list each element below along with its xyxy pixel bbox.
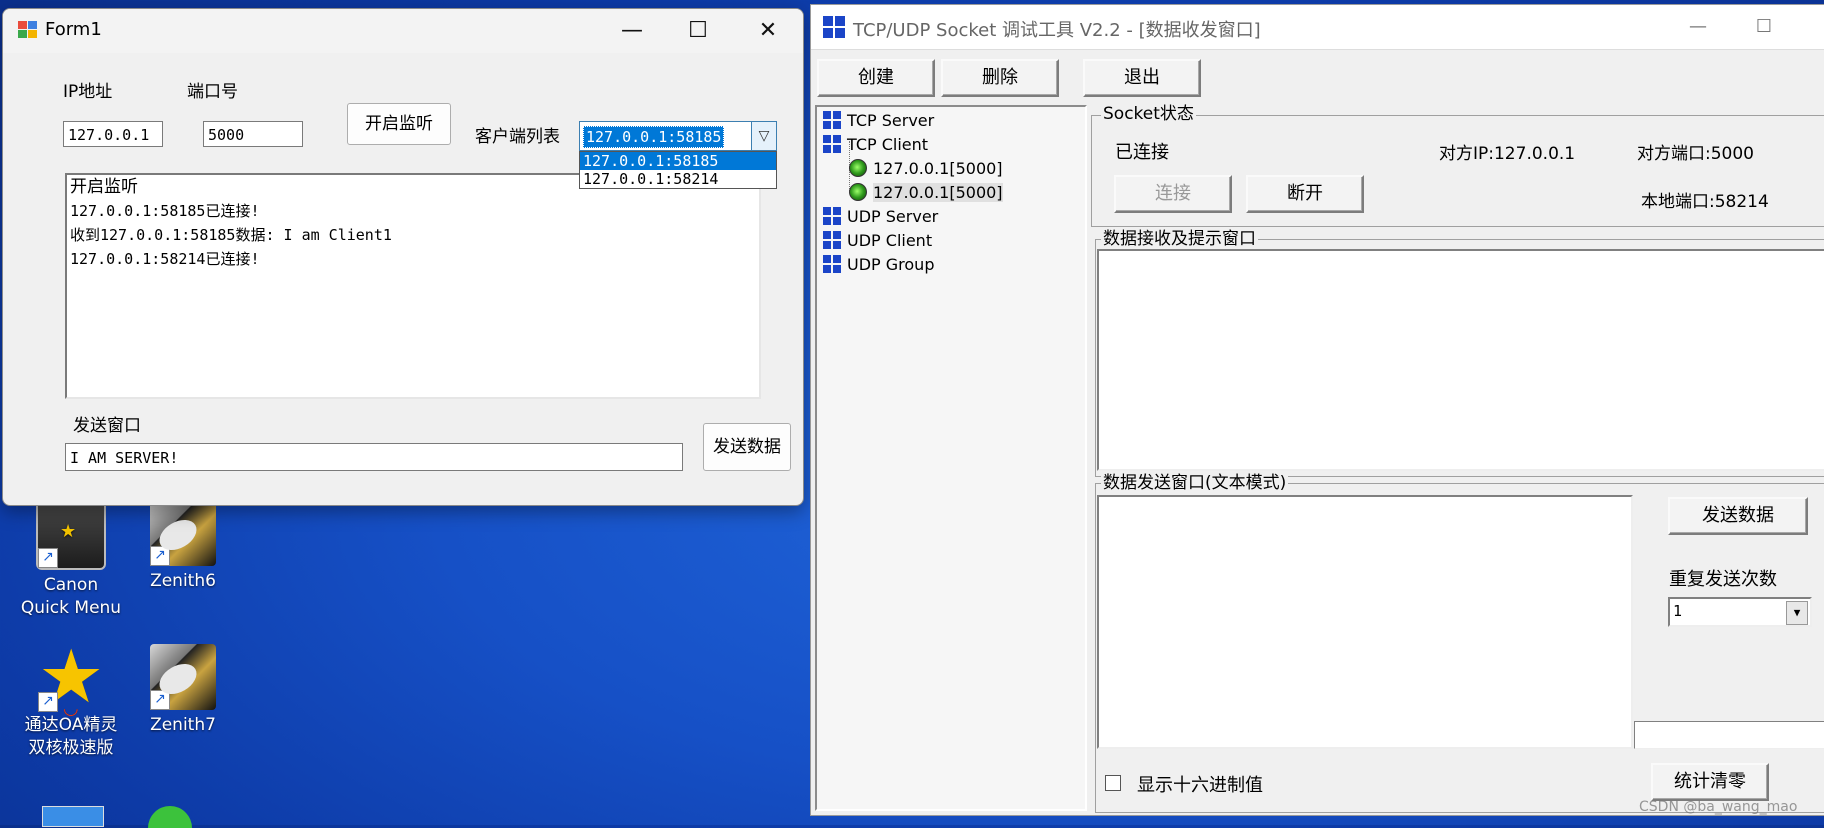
grid-icon: [823, 111, 841, 129]
zenith-icon: ↗: [150, 500, 216, 566]
tree-node-label: UDP Group: [847, 255, 935, 274]
dropdown-option[interactable]: 127.0.0.1:58185: [580, 152, 776, 170]
connection-tree[interactable]: TCP Server TCP Client 127.0.0.1[5000] 12…: [815, 105, 1087, 811]
send-textarea[interactable]: [1097, 495, 1633, 749]
socket-tool-app-icon: [823, 16, 845, 38]
receive-textarea[interactable]: [1097, 249, 1824, 471]
tree-node-udp-server[interactable]: UDP Server: [823, 207, 938, 226]
repeat-count-value: 1: [1673, 602, 1683, 620]
socket-status-title: Socket状态: [1101, 104, 1196, 124]
ip-input[interactable]: 127.0.0.1: [63, 121, 163, 147]
desktop-icon-canon[interactable]: ↗ Canon Quick Menu: [16, 500, 126, 620]
tree-node-label: TCP Server: [847, 111, 935, 130]
disconnect-button[interactable]: 断开: [1246, 175, 1364, 213]
send-input[interactable]: I AM SERVER!: [65, 443, 683, 471]
remote-port: 对方端口:5000: [1637, 144, 1754, 164]
title-bar[interactable]: Form1 — ☐ ✕: [3, 9, 803, 53]
remote-ip: 对方IP:127.0.0.1: [1439, 144, 1576, 164]
tree-node-client-connection[interactable]: 127.0.0.1[5000]: [849, 159, 1003, 178]
hex-display-label: 显示十六进制值: [1137, 775, 1263, 796]
reset-stats-button[interactable]: 统计清零: [1651, 763, 1769, 801]
desktop-icon-zenith7[interactable]: ↗ Zenith7: [128, 644, 238, 737]
maximize-button[interactable]: ☐: [665, 9, 731, 53]
title-bar[interactable]: TCP/UDP Socket 调试工具 V2.2 - [数据收发窗口] — ☐: [811, 5, 1824, 50]
minimize-button[interactable]: —: [1665, 5, 1731, 49]
desktop-icon-label: Quick Menu: [20, 598, 122, 618]
repeat-count-select[interactable]: 1 ▼: [1668, 597, 1812, 627]
combobox-selected-value: 127.0.0.1:58185: [583, 126, 725, 148]
status-field: [1634, 721, 1824, 749]
tree-node-label: UDP Client: [847, 231, 933, 250]
log-line: 127.0.0.1:58214已连接!: [70, 250, 260, 268]
grid-icon: [823, 231, 841, 249]
shortcut-arrow-icon: ↗: [38, 692, 58, 712]
desktop-icon-tongda-oa[interactable]: ★ ◡ ↗ 通达OA精灵 双核极速版: [16, 634, 126, 760]
send-data-button[interactable]: 发送数据: [1668, 497, 1808, 535]
partial-desktop-icon: [42, 806, 104, 827]
ip-label: IP地址: [63, 82, 113, 102]
client-list-combobox[interactable]: 127.0.0.1:58185 ▽: [579, 121, 777, 151]
connection-state: 已连接: [1115, 142, 1169, 163]
log-line: 收到127.0.0.1:58185数据: I am Client1: [70, 226, 392, 244]
hex-display-checkbox[interactable]: [1105, 775, 1121, 791]
desktop-icon-zenith6[interactable]: ↗ Zenith6: [128, 500, 238, 593]
tree-node-udp-client[interactable]: UDP Client: [823, 231, 932, 250]
desktop-icon-label: Zenith6: [150, 571, 216, 591]
dropdown-arrow-icon[interactable]: ▼: [1786, 601, 1808, 625]
repeat-count-label: 重复发送次数: [1669, 569, 1777, 590]
local-port: 本地端口:58214: [1641, 192, 1769, 212]
shortcut-arrow-icon: ↗: [150, 690, 170, 710]
connected-status-icon: [849, 183, 867, 201]
grid-icon: [823, 135, 841, 153]
receive-window-title: 数据接收及提示窗口: [1101, 229, 1258, 249]
tree-node-tcp-client[interactable]: TCP Client: [823, 135, 928, 154]
connect-button[interactable]: 连接: [1114, 175, 1232, 213]
grid-icon: [823, 207, 841, 225]
log-textbox[interactable]: 开启监听 127.0.0.1:58185已连接! 收到127.0.0.1:581…: [65, 173, 761, 399]
connected-status-icon: [849, 159, 867, 177]
exit-button[interactable]: 退出: [1083, 59, 1201, 97]
canon-quick-menu-icon: ↗: [36, 500, 106, 570]
shortcut-arrow-icon: ↗: [38, 548, 58, 568]
send-window-title: 数据发送窗口(文本模式): [1101, 473, 1289, 493]
tree-node-client-connection[interactable]: 127.0.0.1[5000]: [849, 183, 1003, 202]
port-input[interactable]: 5000: [203, 121, 303, 147]
window-title: TCP/UDP Socket 调试工具 V2.2 - [数据收发窗口]: [853, 20, 1261, 41]
log-line: 127.0.0.1:58185已连接!: [70, 202, 260, 220]
dropdown-option[interactable]: 127.0.0.1:58214: [580, 170, 776, 188]
chevron-down-icon[interactable]: ▽: [751, 122, 776, 150]
zenith-icon: ↗: [150, 644, 216, 710]
socket-tool-window: TCP/UDP Socket 调试工具 V2.2 - [数据收发窗口] — ☐ …: [810, 4, 1824, 816]
close-button[interactable]: ✕: [735, 9, 801, 53]
delete-button[interactable]: 删除: [941, 59, 1059, 97]
desktop-icon-label: Zenith7: [150, 715, 216, 735]
form1-window: Form1 — ☐ ✕ IP地址 端口号 127.0.0.1 5000 开启监听…: [2, 8, 804, 506]
window-title: Form1: [45, 19, 102, 40]
send-data-button[interactable]: 发送数据: [703, 423, 791, 471]
client-list-label: 客户端列表: [475, 127, 560, 147]
winforms-app-icon: [18, 21, 38, 39]
minimize-button[interactable]: —: [599, 9, 665, 53]
grid-icon: [823, 255, 841, 273]
tongda-oa-star-icon: ★ ◡ ↗: [38, 634, 105, 720]
tree-node-label: 127.0.0.1[5000]: [873, 183, 1003, 202]
tree-node-label: 127.0.0.1[5000]: [873, 159, 1003, 178]
send-window-label: 发送窗口: [73, 416, 141, 436]
maximize-button[interactable]: ☐: [1731, 5, 1797, 49]
tree-node-tcp-server[interactable]: TCP Server: [823, 111, 934, 130]
tree-node-udp-group[interactable]: UDP Group: [823, 255, 934, 274]
create-button[interactable]: 创建: [817, 59, 935, 97]
csdn-watermark: CSDN @ba_wang_mao: [1639, 799, 1798, 815]
port-label: 端口号: [187, 82, 238, 102]
tree-node-label: UDP Server: [847, 207, 939, 226]
client-list-dropdown: 127.0.0.1:58185 127.0.0.1:58214: [579, 151, 777, 189]
start-listen-button[interactable]: 开启监听: [347, 103, 451, 145]
tree-node-label: TCP Client: [847, 135, 929, 154]
desktop-icon-label: Canon: [43, 575, 99, 595]
shortcut-arrow-icon: ↗: [150, 546, 170, 566]
